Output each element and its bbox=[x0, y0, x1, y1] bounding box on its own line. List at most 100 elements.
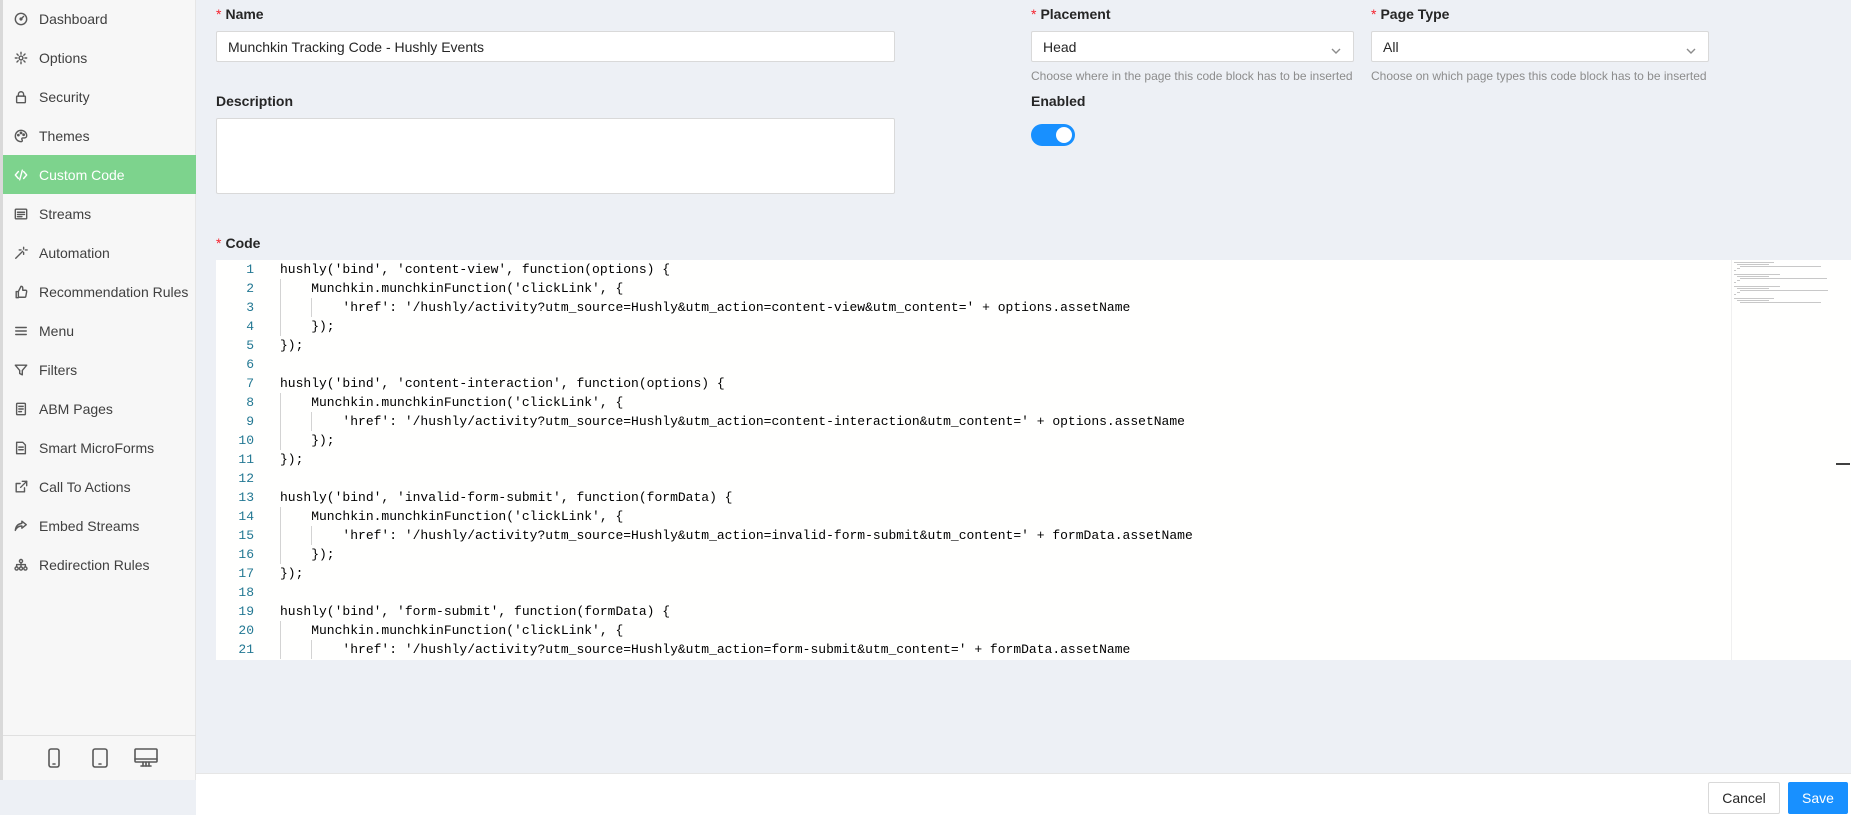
code-line: 3 'href': '/hushly/activity?utm_source=H… bbox=[216, 298, 1716, 317]
code-line: 18 bbox=[216, 583, 1716, 602]
minimap-line bbox=[1737, 268, 1740, 269]
minimap-line bbox=[1740, 266, 1822, 267]
required-mark: * bbox=[216, 235, 222, 251]
line-number: 9 bbox=[246, 414, 254, 429]
sidebar-item-themes[interactable]: Themes bbox=[3, 116, 196, 155]
sidebar-item-dashboard[interactable]: Dashboard bbox=[3, 0, 196, 38]
indent-guide bbox=[280, 621, 281, 659]
code-line-text: hushly('bind', 'form-submit', function(f… bbox=[280, 604, 671, 619]
code-line: 13 hushly('bind', 'invalid-form-submit', … bbox=[216, 488, 1716, 507]
code-line-text: 'href': '/hushly/activity?utm_source=Hus… bbox=[280, 642, 1131, 657]
line-number: 15 bbox=[238, 528, 254, 543]
code-line-text: }); bbox=[280, 566, 304, 581]
sidebar-item-streams[interactable]: Streams bbox=[3, 194, 196, 233]
sidebar-item-embed-streams[interactable]: Embed Streams bbox=[3, 506, 196, 545]
thumbs-up-icon bbox=[13, 284, 29, 300]
indent-guide bbox=[311, 412, 312, 431]
page-type-label-text: Page Type bbox=[1380, 6, 1450, 22]
placement-label-text: Placement bbox=[1040, 6, 1111, 22]
line-number: 18 bbox=[238, 585, 254, 600]
editor-scroll-position[interactable] bbox=[1836, 463, 1850, 465]
line-number: 6 bbox=[246, 357, 254, 372]
sidebar-item-label: Smart MicroForms bbox=[39, 439, 155, 456]
code-line: 2 Munchkin.munchkinFunction('clickLink',… bbox=[216, 279, 1716, 298]
filter-icon bbox=[13, 362, 29, 378]
cancel-button[interactable]: Cancel bbox=[1708, 782, 1780, 814]
description-input[interactable] bbox=[216, 118, 895, 194]
line-number: 20 bbox=[238, 623, 254, 638]
code-line: 9 'href': '/hushly/activity?utm_source=H… bbox=[216, 412, 1716, 431]
page-type-select[interactable]: All bbox=[1371, 31, 1709, 62]
sidebar-item-filters[interactable]: Filters bbox=[3, 350, 196, 389]
sidebar-item-smart-microforms[interactable]: Smart MicroForms bbox=[3, 428, 196, 467]
sidebar-item-label: ABM Pages bbox=[39, 400, 113, 417]
code-line-text: }); bbox=[280, 338, 304, 353]
code-line-text: Munchkin.munchkinFunction('clickLink', { bbox=[280, 281, 624, 296]
code-line: 12 bbox=[216, 469, 1716, 488]
menu-icon bbox=[13, 323, 29, 339]
sidebar-item-menu[interactable]: Menu bbox=[3, 311, 196, 350]
dashboard-icon bbox=[13, 11, 29, 27]
code-line-text: Munchkin.munchkinFunction('clickLink', { bbox=[280, 395, 624, 410]
minimap-line bbox=[1734, 286, 1781, 287]
sidebar-item-call-to-actions[interactable]: Call To Actions bbox=[3, 467, 196, 506]
line-number: 21 bbox=[238, 642, 254, 657]
enabled-label: Enabled bbox=[1031, 93, 1086, 109]
code-icon bbox=[13, 167, 29, 183]
code-editor[interactable]: 1 hushly('bind', 'content-view', function… bbox=[216, 260, 1851, 660]
sidebar-item-recommendation-rules[interactable]: Recommendation Rules bbox=[3, 272, 196, 311]
sidebar-item-security[interactable]: Security bbox=[3, 77, 196, 116]
sidebar-item-label: Redirection Rules bbox=[39, 556, 150, 573]
code-line: 1 hushly('bind', 'content-view', function… bbox=[216, 260, 1716, 279]
code-line-text: }); bbox=[280, 433, 335, 448]
minimap-line bbox=[1737, 288, 1770, 289]
sidebar-item-options[interactable]: Options bbox=[3, 38, 196, 77]
line-number: 17 bbox=[238, 566, 254, 581]
placement-select[interactable]: Head bbox=[1031, 31, 1354, 62]
footer-bar bbox=[196, 773, 1851, 815]
enabled-toggle[interactable] bbox=[1031, 124, 1075, 146]
line-number: 8 bbox=[246, 395, 254, 410]
code-label: * Code bbox=[216, 235, 260, 251]
minimap-line bbox=[1737, 300, 1770, 301]
code-line: 16 }); bbox=[216, 545, 1716, 564]
sidebar-item-label: Custom Code bbox=[39, 166, 125, 183]
sidebar-item-redirection-rules[interactable]: Redirection Rules bbox=[3, 545, 196, 584]
name-input[interactable] bbox=[216, 31, 895, 62]
save-button[interactable]: Save bbox=[1788, 782, 1848, 814]
code-line: 6 bbox=[216, 355, 1716, 374]
minimap-line bbox=[1740, 278, 1827, 279]
line-number: 14 bbox=[238, 509, 254, 524]
magic-wand-icon bbox=[13, 245, 29, 261]
sidebar-item-abm-pages[interactable]: ABM Pages bbox=[3, 389, 196, 428]
placement-value: Head bbox=[1043, 38, 1077, 55]
mobile-icon[interactable] bbox=[42, 746, 66, 770]
form-icon bbox=[13, 440, 29, 456]
sidebar-item-label: Menu bbox=[39, 322, 75, 339]
line-number: 11 bbox=[238, 452, 254, 467]
desktop-icon[interactable] bbox=[133, 746, 158, 770]
description-label: Description bbox=[216, 93, 294, 109]
tablet-icon[interactable] bbox=[88, 746, 112, 770]
minimap-line bbox=[1734, 282, 1737, 283]
chevron-down-icon bbox=[1331, 43, 1341, 54]
indent-guide bbox=[280, 507, 281, 564]
required-mark: * bbox=[216, 6, 222, 22]
code-line: 15 'href': '/hushly/activity?utm_source=… bbox=[216, 526, 1716, 545]
code-line-text: hushly('bind', 'invalid-form-submit', fu… bbox=[280, 490, 733, 505]
name-label: * Name bbox=[216, 6, 264, 22]
code-line: 21 'href': '/hushly/activity?utm_source=… bbox=[216, 640, 1716, 659]
code-line-text: hushly('bind', 'content-interaction', fu… bbox=[280, 376, 725, 391]
line-number: 5 bbox=[246, 338, 254, 353]
minimap-line bbox=[1737, 276, 1770, 277]
sidebar-item-custom-code[interactable]: Custom Code bbox=[3, 155, 196, 194]
palette-icon bbox=[13, 128, 29, 144]
code-line-text: Munchkin.munchkinFunction('clickLink', { bbox=[280, 509, 624, 524]
placement-label: * Placement bbox=[1031, 6, 1111, 22]
line-number: 3 bbox=[246, 300, 254, 315]
code-minimap[interactable] bbox=[1731, 260, 1851, 660]
minimap-line bbox=[1734, 274, 1780, 275]
indent-guide bbox=[311, 526, 312, 545]
placement-help: Choose where in the page this code block… bbox=[1031, 69, 1353, 83]
sidebar-item-automation[interactable]: Automation bbox=[3, 233, 196, 272]
